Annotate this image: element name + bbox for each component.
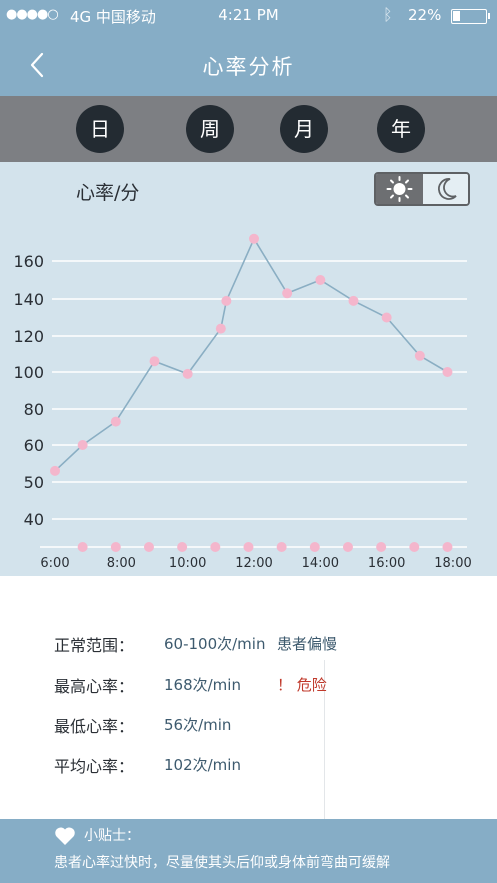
moon-icon [438, 178, 457, 200]
y-tick-label: 100 [13, 363, 44, 382]
data-point [442, 367, 453, 377]
status-bar: ●●●●○ 4G 中国移动 4:21 PM ᛒ 22% [0, 0, 497, 34]
avg-rate-label: 平均心率： [54, 757, 135, 776]
tab-day[interactable]: 日 [76, 105, 124, 153]
baseline-marker [276, 542, 287, 552]
data-point [215, 323, 226, 334]
y-tick-label: 50 [24, 473, 44, 492]
x-tick-label: 10:00 [169, 556, 206, 571]
data-point [149, 356, 160, 367]
battery-fill [453, 11, 460, 21]
y-tick-label: 40 [24, 510, 44, 529]
baseline-marker [177, 542, 188, 552]
avg-rate-value: 102次/min [164, 756, 241, 774]
sun-icon [386, 176, 413, 202]
chart-panel: 40 50 60 80 100 120 140 160 6:00 8:00 10:00 12:00 14… [0, 162, 497, 576]
baseline-marker [243, 542, 254, 552]
data-point [221, 295, 232, 306]
baseline-marker [210, 542, 221, 552]
battery-percent: 22% [408, 6, 442, 24]
x-tick-label: 14:00 [302, 556, 339, 571]
nav-bar: 心率分析 [0, 34, 497, 96]
battery-icon [451, 9, 490, 24]
heart-icon [55, 827, 75, 845]
page-title: 心率分析 [202, 55, 295, 79]
baseline-marker [110, 542, 121, 552]
data-point [315, 275, 326, 285]
y-tick-label: 60 [24, 436, 44, 455]
tab-week[interactable]: 周 [186, 105, 234, 153]
data-point [182, 368, 193, 379]
baseline-marker [342, 542, 353, 552]
min-rate-label: 最低心率： [54, 717, 135, 736]
y-tick-label: 140 [13, 290, 44, 309]
danger-badge: ！ 危险 [277, 676, 327, 694]
baseline-marker [442, 542, 453, 552]
data-point [282, 288, 293, 299]
max-rate-value: 168次/min [164, 676, 241, 694]
tab-year[interactable]: 年 [377, 105, 425, 153]
baseline-marker [376, 542, 387, 552]
x-tick-label: 18:00 [434, 556, 471, 571]
baseline-marker [143, 542, 154, 552]
baseline-marker [409, 542, 420, 552]
series-line [54, 237, 448, 472]
night-mode-button[interactable] [423, 174, 468, 204]
day-mode-button[interactable] [376, 174, 423, 204]
data-point [414, 350, 425, 361]
day-night-toggle[interactable] [374, 172, 470, 206]
tab-month[interactable]: 月 [280, 105, 328, 153]
normal-range-value: 60-100次/min [164, 635, 266, 653]
min-rate-value: 56次/min [164, 716, 232, 734]
chart-title: 心率/分 [76, 182, 140, 204]
stats-panel: 正常范围： 60-100次/min 患者偏慢 最高心率： 168次/min ！ … [0, 576, 497, 820]
baseline-marker [309, 542, 320, 552]
y-tick-label: 120 [13, 327, 44, 346]
data-point [381, 312, 392, 323]
tips-bar: 小贴士： 患者心率过快时，尽量使其头后仰或身体前弯曲可缓解 [0, 819, 497, 883]
data-point [77, 440, 88, 450]
tips-title: 小贴士： [84, 828, 140, 844]
x-tick-label: 12:00 [235, 556, 272, 571]
data-point [249, 233, 259, 244]
x-tick-label: 6:00 [40, 556, 69, 571]
y-tick-label: 160 [13, 252, 44, 271]
normal-range-label: 正常范围： [54, 636, 135, 655]
bluetooth-icon: ᛒ [383, 5, 393, 24]
data-point [110, 416, 121, 427]
x-tick-label: 16:00 [368, 556, 405, 571]
period-tabs: 日 周 月 年 [0, 96, 497, 162]
y-tick-label: 80 [24, 400, 44, 419]
baseline-marker [77, 542, 88, 552]
normal-range-note: 患者偏慢 [277, 635, 338, 653]
heart-rate-chart: 40 50 60 80 100 120 140 160 6:00 8:00 10:00 12:00 14… [13, 233, 472, 571]
tips-text: 患者心率过快时，尽量使其头后仰或身体前弯曲可缓解 [54, 855, 390, 871]
max-rate-label: 最高心率： [54, 677, 135, 696]
data-point [348, 295, 359, 306]
x-tick-label: 8:00 [107, 556, 136, 571]
data-point [50, 465, 60, 476]
